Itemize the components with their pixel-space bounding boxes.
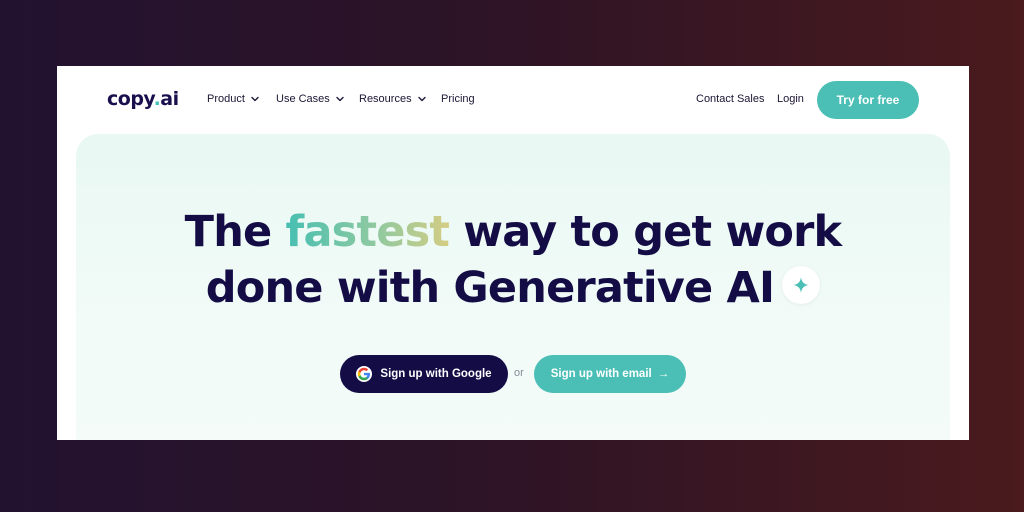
nav-item-resources[interactable]: Resources bbox=[359, 93, 426, 105]
headline-part-1: The bbox=[184, 207, 286, 257]
sign-up-google-button[interactable]: Sign up with Google bbox=[340, 355, 508, 393]
contact-sales-label: Contact Sales bbox=[696, 93, 765, 105]
headline-part-2: way to get work bbox=[449, 207, 842, 257]
try-for-free-label: Try for free bbox=[836, 93, 900, 107]
sparkle-icon bbox=[793, 276, 810, 293]
sparkle-badge bbox=[782, 265, 821, 304]
sign-up-email-label: Sign up with email bbox=[550, 368, 652, 380]
login-link[interactable]: Login bbox=[777, 93, 804, 105]
chevron-down-icon bbox=[336, 96, 344, 102]
nav-item-label: Use Cases bbox=[276, 93, 330, 105]
headline-highlight: fastest bbox=[285, 207, 450, 257]
hero-section: The fastest way to get work done with Ge… bbox=[76, 134, 950, 440]
browser-window: copy.ai Product Use Cases Resources Pric… bbox=[57, 66, 969, 440]
google-icon bbox=[356, 366, 373, 382]
chevron-down-icon bbox=[417, 96, 426, 102]
nav-item-label: Pricing bbox=[441, 93, 475, 105]
headline-line-1: The fastest way to get work bbox=[76, 204, 950, 260]
hero-headline: The fastest way to get work done with Ge… bbox=[76, 204, 950, 316]
nav-item-label: Product bbox=[207, 93, 245, 105]
or-separator: or bbox=[514, 367, 524, 379]
logo-text-suffix: ai bbox=[160, 88, 179, 110]
google-glyph bbox=[358, 367, 371, 381]
arrow-right-icon: → bbox=[657, 368, 670, 380]
copyai-logo[interactable]: copy.ai bbox=[107, 88, 179, 110]
login-label: Login bbox=[777, 93, 804, 105]
nav-item-label: Resources bbox=[359, 93, 412, 105]
contact-sales-link[interactable]: Contact Sales bbox=[696, 93, 764, 105]
headline-line-2-text: done with Generative AI bbox=[205, 263, 775, 313]
headline-line-2: done with Generative AI bbox=[76, 260, 950, 316]
nav-item-pricing[interactable]: Pricing bbox=[441, 93, 475, 105]
chevron-down-icon bbox=[251, 96, 259, 102]
try-for-free-button[interactable]: Try for free bbox=[817, 81, 919, 119]
nav-item-product[interactable]: Product bbox=[207, 93, 259, 105]
top-navigation: copy.ai Product Use Cases Resources Pric… bbox=[57, 66, 969, 134]
cta-row: Sign up with Google or Sign up with emai… bbox=[76, 355, 950, 393]
nav-item-use-cases[interactable]: Use Cases bbox=[276, 93, 344, 105]
logo-text-main: copy bbox=[107, 88, 154, 110]
sign-up-email-button[interactable]: Sign up with email → bbox=[534, 355, 686, 393]
sign-up-google-label: Sign up with Google bbox=[380, 368, 492, 380]
